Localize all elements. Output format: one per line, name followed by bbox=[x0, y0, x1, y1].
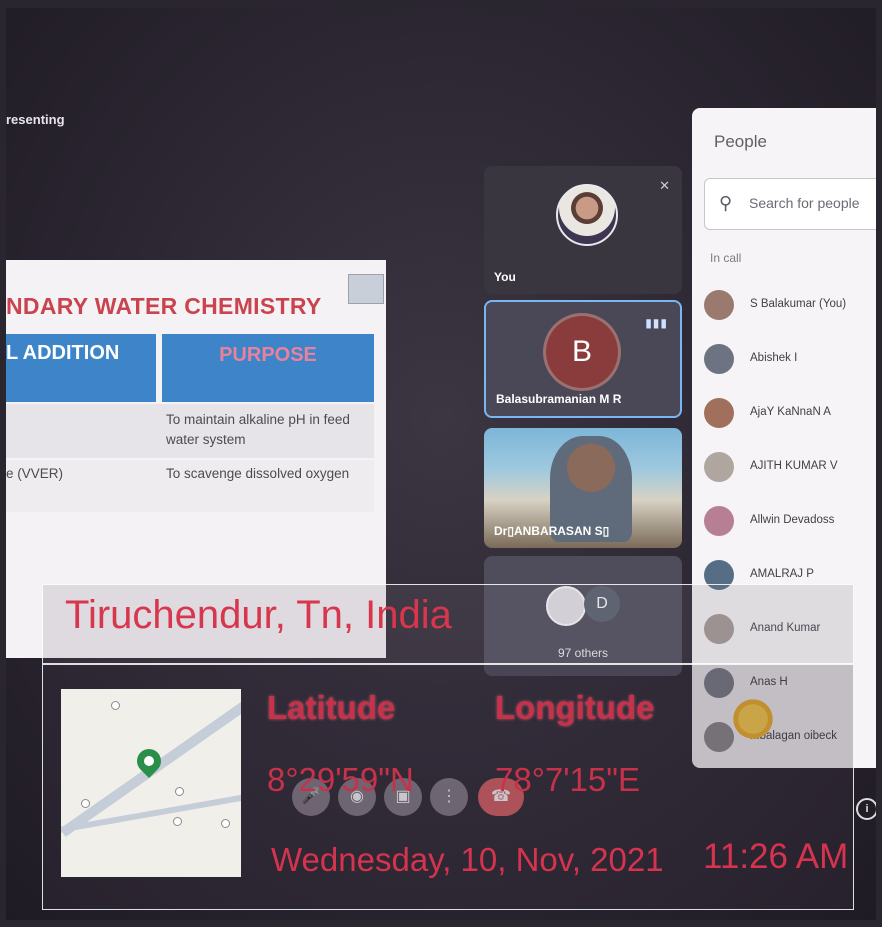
participant-name: AjaY KaNnaN A bbox=[750, 406, 831, 418]
audio-level-icon: ▮▮▮ bbox=[645, 316, 668, 330]
participant-name: S Balakumar (You) bbox=[750, 298, 847, 310]
search-icon: ⚲ bbox=[719, 193, 733, 213]
participant-item[interactable]: S Balakumar (You) bbox=[704, 286, 876, 326]
participant-name: AMALRAJ P bbox=[750, 568, 814, 580]
participant-item[interactable]: Abishek I bbox=[704, 340, 876, 380]
mic-off-icon: ✕ bbox=[659, 178, 670, 193]
section-label: In call bbox=[710, 251, 742, 265]
location-pin-icon bbox=[132, 744, 166, 778]
slide-row: To maintain alkaline pH in feed water sy… bbox=[6, 404, 374, 458]
search-placeholder: Search for people bbox=[749, 195, 860, 211]
latitude-value: 8°29'59"N bbox=[267, 761, 414, 798]
active-speaker-tile[interactable]: B ▮▮▮ Balasubramanian M R bbox=[484, 300, 682, 418]
slide-col1-header: L ADDITION bbox=[6, 334, 156, 402]
participant-item[interactable]: AjaY KaNnaN A bbox=[704, 394, 876, 434]
date-text: Wednesday, 10, Nov, 2021 bbox=[271, 841, 664, 878]
map-thumbnail bbox=[61, 689, 241, 877]
participant-item[interactable]: Allwin Devadoss bbox=[704, 502, 876, 542]
panel-title: People bbox=[714, 132, 767, 151]
slide-col2-header: PURPOSE bbox=[162, 334, 374, 402]
self-tile[interactable]: ✕ You bbox=[484, 166, 682, 294]
avatar bbox=[704, 290, 734, 320]
gps-location-box: Tiruchendur, Tn, India bbox=[42, 584, 854, 664]
tile-name: Dr▯ANBARASAN S▯ bbox=[494, 524, 610, 538]
video-tile[interactable]: Dr▯ANBARASAN S▯ bbox=[484, 428, 682, 548]
latitude-label: Latitude bbox=[267, 689, 396, 726]
avatar bbox=[556, 184, 618, 246]
avatar bbox=[704, 398, 734, 428]
avatar: B bbox=[546, 316, 618, 388]
avatar bbox=[704, 506, 734, 536]
slide-row: e (VVER) To scavenge dissolved oxygen bbox=[6, 460, 374, 512]
slide-cell: To maintain alkaline pH in feed water sy… bbox=[166, 412, 350, 447]
info-icon[interactable]: i bbox=[856, 798, 876, 820]
longitude-value: 78°7'15"E bbox=[495, 761, 640, 798]
time-text: 11:26 AM bbox=[703, 837, 849, 876]
search-input[interactable]: ⚲ Search for people bbox=[704, 178, 876, 230]
participant-item[interactable]: AJITH KUMAR V bbox=[704, 448, 876, 488]
location-text: Tiruchendur, Tn, India bbox=[65, 593, 452, 637]
tile-name: You bbox=[494, 270, 516, 284]
slide-logo bbox=[348, 274, 384, 304]
presenting-label: resenting bbox=[6, 112, 65, 127]
tile-name: Balasubramanian M R bbox=[496, 392, 622, 406]
avatar bbox=[704, 452, 734, 482]
longitude-label: Longitude bbox=[495, 689, 655, 726]
participant-name: Abishek I bbox=[750, 352, 798, 364]
meeting-window: resenting NDARY WATER CHEMISTRY L ADDITI… bbox=[6, 8, 876, 920]
slide-cell: To scavenge dissolved oxygen bbox=[166, 466, 350, 481]
gps-info-box: Latitude Longitude 8°29'59"N 78°7'15"E W… bbox=[42, 664, 854, 910]
participant-name: Allwin Devadoss bbox=[750, 514, 835, 526]
slide-title: NDARY WATER CHEMISTRY bbox=[6, 293, 322, 319]
slide-cell: e (VVER) bbox=[6, 466, 64, 481]
avatar bbox=[704, 344, 734, 374]
participant-name: AJITH KUMAR V bbox=[750, 460, 838, 472]
